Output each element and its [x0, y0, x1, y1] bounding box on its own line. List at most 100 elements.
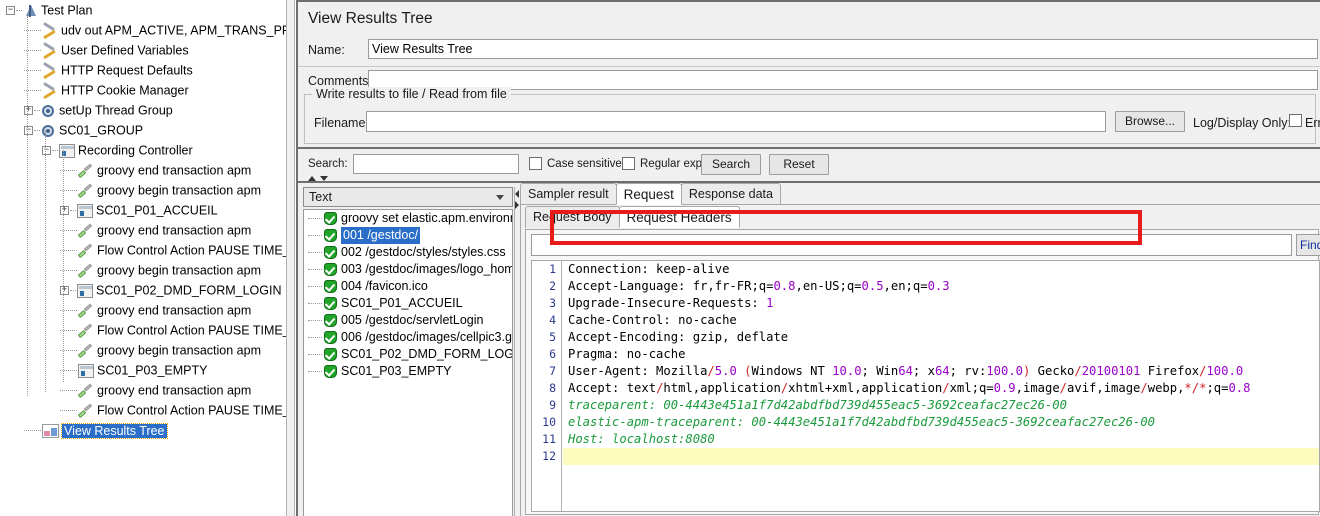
errors-checkbox[interactable] [1289, 114, 1302, 127]
result-list-item-label: 001 /gestdoc/ [341, 227, 421, 244]
tab-request[interactable]: Request [615, 183, 682, 205]
result-list-item[interactable]: SC01_P02_DMD_FORM_LOGIN [304, 346, 512, 363]
tree-item-test-plan[interactable]: − Test Plan [0, 0, 286, 20]
split-down-arrow[interactable] [320, 176, 328, 181]
request-subtabstrip[interactable]: Request Body Request Headers [525, 206, 740, 228]
chevron-down-icon [496, 195, 504, 200]
line-number: 8 [549, 381, 556, 395]
subtab-request-body[interactable]: Request Body [525, 206, 620, 228]
list-connector [308, 319, 322, 322]
tree-item-flow-control-action-pause-time-short[interactable]: Flow Control Action PAUSE TIME_SHORT [0, 400, 286, 420]
request-headers-editor[interactable]: 1 2 3 4 5 6 7 8 9 10 11 12 Connection: keep-alive Ac… [531, 260, 1320, 512]
success-shield-icon [324, 331, 337, 345]
tree-item-setup-thread-group[interactable]: + setUp Thread Group [0, 100, 286, 120]
tree-item-flow-control-action-pause-time-short[interactable]: Flow Control Action PAUSE TIME_SHORT [0, 240, 286, 260]
split-right-arrow[interactable] [515, 201, 519, 209]
jsr223-sampler-icon [78, 344, 94, 358]
tree-item-flow-control-action-pause-time-short[interactable]: Flow Control Action PAUSE TIME_SHORT [0, 320, 286, 340]
tree-item-groovy-end-transaction-apm[interactable]: groovy end transaction apm [0, 220, 286, 240]
tree-item-view-results-tree[interactable]: View Results Tree [0, 420, 286, 440]
list-connector [308, 251, 322, 254]
code-line: elastic-apm-traceparent: 00-4443e451a1f7… [568, 415, 1155, 429]
result-list-item[interactable]: 003 /gestdoc/images/logo_home [304, 261, 512, 278]
tree-item-groovy-begin-transaction-apm[interactable]: groovy begin transaction apm [0, 340, 286, 360]
result-list-item[interactable]: 005 /gestdoc/servletLogin [304, 312, 512, 329]
main-splitter[interactable] [286, 0, 295, 516]
tree-item-label: Recording Controller [78, 143, 193, 158]
tree-item-sc01-p01-accueil[interactable]: + SC01_P01_ACCUEIL [0, 200, 286, 220]
jsr223-sampler-icon [78, 224, 94, 238]
filename-label: Filename [314, 116, 366, 130]
success-shield-icon [324, 280, 337, 294]
tree-item-groovy-begin-transaction-apm[interactable]: groovy begin transaction apm [0, 180, 286, 200]
page-title: View Results Tree [308, 10, 433, 27]
tree-item-groovy-end-transaction-apm[interactable]: groovy end transaction apm [0, 160, 286, 180]
result-list-item[interactable]: groovy set elastic.apm.environm [304, 210, 512, 227]
search-button[interactable]: Search [701, 154, 761, 175]
tree-item-groovy-end-transaction-apm[interactable]: groovy end transaction apm [0, 380, 286, 400]
expand-icon[interactable]: + [24, 106, 33, 116]
result-list-item-label: SC01_P01_ACCUEIL [341, 296, 463, 310]
result-list-item[interactable]: 002 /gestdoc/styles/styles.css [304, 244, 512, 261]
tree-item-udv-out-apm-active-apm-trans-prefix[interactable]: udv out APM_ACTIVE, APM_TRANS_PREFIX [0, 20, 286, 40]
tree-item-sc01-p02-dmd-form-login[interactable]: + SC01_P02_DMD_FORM_LOGIN [0, 280, 286, 300]
jsr223-sampler-icon [78, 384, 94, 398]
tree-item-label: HTTP Request Defaults [61, 63, 193, 78]
tree-item-label: HTTP Cookie Manager [61, 83, 189, 98]
tree-item-http-request-defaults[interactable]: HTTP Request Defaults [0, 60, 286, 80]
results-area: Text groovy set elastic.apm.environm 001 … [298, 176, 1320, 516]
find-button[interactable]: Find [1296, 234, 1320, 256]
tree-item-groovy-begin-transaction-apm[interactable]: groovy begin transaction apm [0, 260, 286, 280]
collapse-icon[interactable]: − [6, 6, 15, 16]
collapse-icon[interactable]: − [42, 146, 51, 156]
result-list-item-label: SC01_P03_EMPTY [341, 364, 452, 378]
tree-item-label: SC01_P02_DMD_FORM_LOGIN [96, 283, 282, 298]
expand-icon[interactable]: + [60, 206, 69, 216]
test-plan-tree[interactable]: − Test Plan udv out APM_ACTIVE, APM_TRANS_… [0, 0, 286, 516]
config-element-icon [42, 84, 58, 98]
sample-result-list[interactable]: groovy set elastic.apm.environm 001 /gest… [303, 209, 513, 516]
jsr223-sampler-icon [78, 264, 94, 278]
tree-item-label: Flow Control Action PAUSE TIME_SHORT [97, 243, 286, 258]
case-sensitive-checkbox[interactable] [529, 157, 542, 170]
line-number: 9 [549, 398, 556, 412]
collapse-icon[interactable]: − [24, 126, 33, 136]
test-plan-icon [23, 4, 38, 18]
request-tabpane: Request BodyRequest Headers Find 1234567… [520, 204, 1320, 516]
line-number-gutter: 1 2 3 4 5 6 7 8 9 10 11 12 [532, 261, 562, 511]
result-list-item[interactable]: 004 /favicon.ico [304, 278, 512, 295]
result-list-item[interactable]: SC01_P01_ACCUEIL [304, 295, 512, 312]
reset-button[interactable]: Reset [769, 154, 829, 175]
tree-item-label: SC01_GROUP [59, 123, 144, 138]
tree-item-recording-controller[interactable]: − Recording Controller [0, 140, 286, 160]
controller-icon [77, 283, 93, 298]
split-left-arrow[interactable] [515, 190, 519, 198]
regular-exp-checkbox[interactable] [622, 157, 635, 170]
name-input[interactable]: View Results Tree [368, 39, 1318, 59]
result-list-item[interactable]: 006 /gestdoc/images/cellpic3.gif [304, 329, 512, 346]
tree-item-user-defined-variables[interactable]: User Defined Variables [0, 40, 286, 60]
subtab-request-headers[interactable]: Request Headers [618, 206, 740, 228]
filename-input[interactable] [366, 111, 1106, 132]
tab-response-data[interactable]: Response data [680, 183, 781, 205]
renderer-select[interactable]: Text [303, 187, 513, 207]
tree-item-sc01-group[interactable]: − SC01_GROUP [0, 120, 286, 140]
tree-item-sc01-p03-empty[interactable]: SC01_P03_EMPTY [0, 360, 286, 380]
line-number: 1 [549, 262, 556, 276]
find-input[interactable] [531, 234, 1292, 256]
log-display-only-label: Log/Display Only: [1193, 116, 1291, 130]
search-input[interactable] [353, 154, 519, 174]
expand-icon[interactable]: + [60, 286, 69, 296]
result-list-item[interactable]: 001 /gestdoc/ [304, 227, 512, 244]
tree-item-groovy-end-transaction-apm[interactable]: groovy end transaction apm [0, 300, 286, 320]
config-element-icon [42, 64, 58, 78]
tree-item-http-cookie-manager[interactable]: HTTP Cookie Manager [0, 80, 286, 100]
tab-sampler-result[interactable]: Sampler result [520, 183, 617, 205]
result-tabstrip[interactable]: Sampler result Request Response data [520, 183, 781, 205]
code-content[interactable]: Connection: keep-alive Accept-Language: f… [563, 261, 1319, 511]
code-line: Accept-Encoding: gzip, deflate [568, 330, 789, 344]
browse-button[interactable]: Browse... [1115, 111, 1185, 132]
code-line: Host: localhost:8080 [568, 432, 715, 446]
result-list-item[interactable]: SC01_P03_EMPTY [304, 363, 512, 380]
split-up-arrow[interactable] [308, 176, 316, 181]
